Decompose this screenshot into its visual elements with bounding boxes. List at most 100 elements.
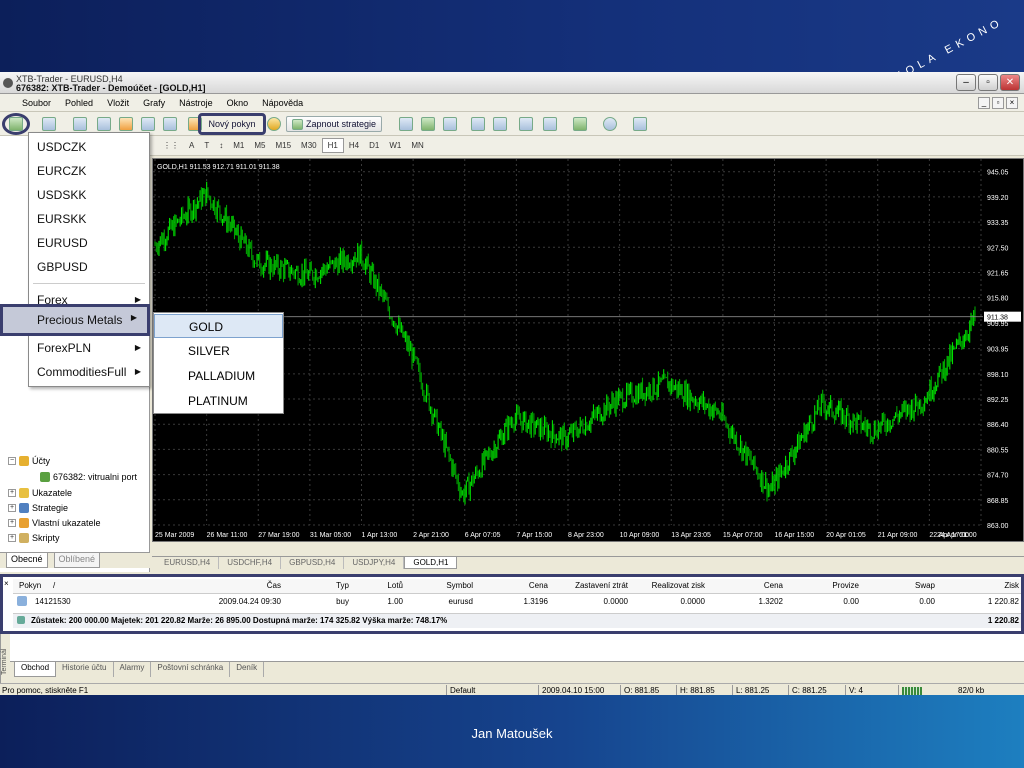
- new-order-button[interactable]: Nový pokyn: [198, 113, 266, 135]
- menu-item-eurczk[interactable]: EURCZK: [29, 159, 149, 183]
- minimize-button[interactable]: ‒: [956, 74, 976, 91]
- submenu-item-palladium[interactable]: PALLADIUM: [154, 364, 283, 388]
- tab-general[interactable]: Obecné: [6, 553, 48, 568]
- tree-indicators[interactable]: + Ukazatele: [8, 488, 72, 498]
- col-symbol[interactable]: Symbol: [433, 581, 473, 590]
- col-swap[interactable]: Swap: [893, 581, 935, 590]
- col-time[interactable]: Čas: [223, 581, 281, 590]
- timeframe-m15[interactable]: M15: [270, 139, 296, 152]
- crosshair-tool-icon[interactable]: ⋮⋮: [158, 139, 184, 152]
- timeframe-h1[interactable]: H1: [321, 138, 344, 153]
- menu-view[interactable]: Pohled: [65, 98, 93, 108]
- arrows-tool-icon[interactable]: ↕: [214, 139, 228, 152]
- col-take-profit[interactable]: Realizovat zisk: [633, 581, 705, 590]
- mdi-close-button[interactable]: ×: [1006, 97, 1018, 109]
- chart-tab-eurusd[interactable]: EURUSD,H4: [156, 557, 220, 569]
- chart-tab-usdjpy[interactable]: USDJPY,H4: [344, 557, 405, 569]
- navigator-button[interactable]: [118, 116, 134, 132]
- terminal-close-icon[interactable]: ×: [4, 579, 9, 588]
- indicators-button[interactable]: [568, 116, 592, 132]
- menu-window[interactable]: Okno: [227, 98, 249, 108]
- periods-button[interactable]: [598, 116, 622, 132]
- col-stop-loss[interactable]: Zastavení ztrát: [558, 581, 628, 590]
- tab-account-history[interactable]: Historie účtu: [56, 662, 114, 677]
- menu-item-usdczk[interactable]: USDCZK: [29, 135, 149, 159]
- timeframe-m1[interactable]: M1: [228, 139, 249, 152]
- col-order[interactable]: Pokyn: [19, 581, 41, 590]
- tab-favorites[interactable]: Oblíbené: [53, 553, 101, 568]
- menu-help[interactable]: Nápověda: [262, 98, 303, 108]
- col-current-price[interactable]: Cena: [743, 581, 783, 590]
- menu-charts[interactable]: Grafy: [143, 98, 165, 108]
- new-chart-button[interactable]: [2, 113, 30, 135]
- timeframe-mn[interactable]: MN: [406, 139, 428, 152]
- chart-shift-button[interactable]: [542, 116, 558, 132]
- tree-account[interactable]: 676382: vitrualni port: [40, 472, 137, 482]
- tree-accounts[interactable]: − Účty: [8, 456, 50, 466]
- status-volume: V: 4: [849, 686, 863, 695]
- menu-item-gbpusd[interactable]: GBPUSD: [29, 255, 149, 279]
- zoom-out-button[interactable]: [492, 116, 508, 132]
- profiles-button[interactable]: [38, 116, 60, 132]
- table-row[interactable]: 14121530 2009.04.24 09:30 buy 1.00 eurus…: [13, 595, 1021, 610]
- label-tool-button[interactable]: T: [199, 139, 214, 152]
- chart-tab-usdchf[interactable]: USDCHF,H4: [219, 557, 282, 569]
- timeframe-m5[interactable]: M5: [249, 139, 270, 152]
- menu-group-precious-metals[interactable]: Precious Metals ▶: [0, 304, 150, 336]
- menu-group-commoditiesfull[interactable]: CommoditiesFull ▶: [29, 360, 149, 384]
- mdi-minimize-button[interactable]: _: [978, 97, 990, 109]
- tree-strategies[interactable]: + Strategie: [8, 503, 68, 513]
- menu-item-eurskk[interactable]: EURSKK: [29, 207, 149, 231]
- submenu-item-gold[interactable]: GOLD: [154, 314, 283, 338]
- tab-journal[interactable]: Deník: [230, 662, 265, 677]
- expand-icon[interactable]: +: [8, 489, 16, 497]
- tab-mailbox[interactable]: Poštovní schránka: [151, 662, 231, 677]
- tree-custom-indicators[interactable]: + Vlastní ukazatele: [8, 518, 101, 528]
- col-profit[interactable]: Zisk: [973, 581, 1019, 590]
- autoscroll-button[interactable]: [518, 116, 534, 132]
- alert-button[interactable]: [266, 116, 282, 132]
- enable-strategies-button[interactable]: Zapnout strategie: [286, 116, 382, 132]
- tester-button[interactable]: [162, 116, 178, 132]
- timeframe-m30[interactable]: M30: [296, 139, 322, 152]
- menu-item-eurusd[interactable]: EURUSD: [29, 231, 149, 255]
- menu-file[interactable]: Soubor: [22, 98, 51, 108]
- col-lots[interactable]: Lotů: [363, 581, 403, 590]
- templates-button[interactable]: [628, 116, 652, 132]
- bar-chart-button[interactable]: [398, 116, 414, 132]
- menu-item-usdskk[interactable]: USDSKK: [29, 183, 149, 207]
- line-chart-button[interactable]: [442, 116, 458, 132]
- market-watch-button[interactable]: [72, 116, 88, 132]
- chart-tab-gold[interactable]: GOLD,H1: [404, 557, 458, 569]
- collapse-icon[interactable]: −: [8, 457, 16, 465]
- menu-insert[interactable]: Vložit: [107, 98, 129, 108]
- close-button[interactable]: ✕: [1000, 74, 1020, 91]
- tab-trade[interactable]: Obchod: [14, 662, 57, 677]
- tab-alerts[interactable]: Alarmy: [114, 662, 152, 677]
- maximize-button[interactable]: ▫: [978, 74, 998, 91]
- candlestick-button[interactable]: [420, 116, 436, 132]
- col-sort[interactable]: /: [53, 581, 55, 590]
- expand-icon[interactable]: +: [8, 534, 16, 542]
- chart-tab-gbpusd[interactable]: GBPUSD,H4: [281, 557, 345, 569]
- timeframe-w1[interactable]: W1: [384, 139, 406, 152]
- expand-icon[interactable]: +: [8, 504, 16, 512]
- expand-icon[interactable]: +: [8, 519, 16, 527]
- col-price[interactable]: Cena: [508, 581, 548, 590]
- col-commission[interactable]: Provize: [813, 581, 859, 590]
- terminal-button[interactable]: [140, 116, 156, 132]
- col-type[interactable]: Typ: [313, 581, 349, 590]
- menu-group-forexpln[interactable]: ForexPLN ▶: [29, 336, 149, 360]
- tree-scripts[interactable]: + Skripty: [8, 533, 60, 543]
- price-tick-label: 921.65: [987, 270, 1009, 277]
- menu-tools[interactable]: Nástroje: [179, 98, 213, 108]
- submenu-item-silver[interactable]: SILVER: [154, 339, 283, 363]
- data-window-button[interactable]: [96, 116, 112, 132]
- timeframe-h4[interactable]: H4: [344, 139, 364, 152]
- mdi-restore-button[interactable]: ▫: [992, 97, 1004, 109]
- timeframe-d1[interactable]: D1: [364, 139, 384, 152]
- submenu-item-platinum[interactable]: PLATINUM: [154, 389, 283, 413]
- zoom-in-button[interactable]: [470, 116, 486, 132]
- strategies-icon: [291, 118, 303, 130]
- text-tool-button[interactable]: A: [184, 139, 199, 152]
